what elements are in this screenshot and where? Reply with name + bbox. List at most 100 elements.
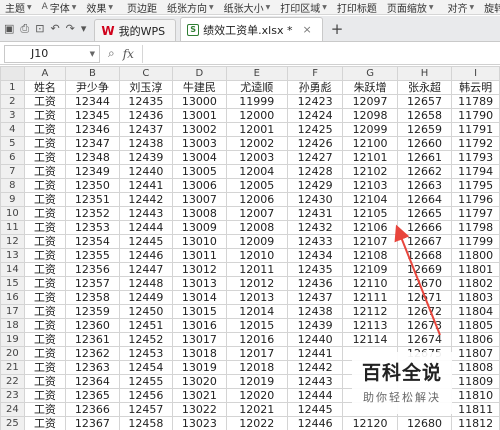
cell[interactable]: 工资 [23,192,67,207]
cell[interactable]: 13020 [172,374,227,389]
row-header[interactable]: 11 [0,220,25,235]
row-header[interactable]: 24 [0,402,25,417]
cell[interactable]: 工资 [23,416,67,430]
cell[interactable]: 11801 [451,262,500,277]
column-header[interactable]: D [172,66,227,81]
cell[interactable]: 12011 [225,262,288,277]
cell[interactable]: 11802 [451,276,500,291]
cell[interactable]: 12444 [118,220,174,235]
cell[interactable]: 12441 [286,346,344,361]
cell[interactable]: 12018 [225,360,288,375]
cell[interactable]: 工资 [23,290,67,305]
cell[interactable]: 12670 [396,276,453,291]
insert-function-button[interactable]: fx [123,47,134,61]
cell[interactable]: 12673 [396,318,453,333]
cell[interactable]: 12016 [225,332,288,347]
cell[interactable]: 12106 [342,220,398,235]
cell[interactable]: 12361 [65,332,120,347]
cell[interactable]: 12004 [225,164,288,179]
cell[interactable]: 12003 [225,150,288,165]
row-header[interactable]: 19 [0,332,25,347]
cell[interactable]: 12348 [65,150,120,165]
cell[interactable]: 13007 [172,192,227,207]
cell[interactable]: 12674 [396,332,453,347]
cell[interactable]: 13019 [172,360,227,375]
cell[interactable]: 12104 [342,192,398,207]
ribbon-item[interactable]: 旋转▼ [479,0,500,15]
cell[interactable]: 12113 [342,318,398,333]
cell[interactable]: 13022 [172,402,227,417]
select-all-corner[interactable] [0,66,25,81]
cell[interactable]: 工资 [23,108,67,123]
cell[interactable]: 姓名 [23,80,67,95]
cell[interactable]: 12456 [118,388,174,403]
cell[interactable]: 12359 [65,304,120,319]
cell[interactable]: 工资 [23,220,67,235]
cell[interactable]: 12671 [396,290,453,305]
cell[interactable]: 12441 [118,178,174,193]
cell[interactable]: 12428 [286,164,344,179]
ribbon-item[interactable]: 纸张大小 ▼ [219,0,276,15]
cell[interactable]: 11795 [451,178,500,193]
cell[interactable]: 尹少争 [65,80,120,95]
row-header[interactable]: 21 [0,360,25,375]
cell[interactable]: 11790 [451,108,500,123]
zoom-magnifier-icon[interactable]: ⌕ [108,46,115,61]
ribbon-item[interactable]: 纸张方向 ▼ [162,0,219,15]
cell[interactable]: 12425 [286,122,344,137]
cell[interactable]: 11806 [451,332,500,347]
row-header[interactable]: 18 [0,318,25,333]
cell[interactable]: 12009 [225,234,288,249]
column-header[interactable]: A [23,66,67,81]
cell[interactable]: 12102 [342,164,398,179]
cell[interactable]: 13013 [172,276,227,291]
cell[interactable]: 12442 [286,360,344,375]
cell[interactable]: 工资 [23,122,67,137]
cell[interactable]: 11810 [451,388,500,403]
cell[interactable]: 11796 [451,192,500,207]
cell[interactable]: 12022 [225,416,288,430]
cell[interactable]: 12111 [342,290,398,305]
row-header[interactable]: 10 [0,206,25,221]
cell[interactable]: 12120 [342,416,398,430]
column-header[interactable]: I [451,66,500,81]
redo-icon[interactable]: ↷ [66,22,75,35]
cell[interactable]: 12669 [396,262,453,277]
cell[interactable]: 12449 [118,290,174,305]
cell[interactable]: 12666 [396,220,453,235]
cell[interactable]: 12427 [286,150,344,165]
row-header[interactable]: 22 [0,374,25,389]
cell[interactable]: 12350 [65,178,120,193]
cell[interactable]: 13009 [172,220,227,235]
cell[interactable]: 12429 [286,178,344,193]
row-header[interactable]: 16 [0,290,25,305]
cell[interactable]: 12423 [286,94,344,109]
cell[interactable]: 12680 [396,416,453,430]
cell[interactable]: 12347 [65,136,120,151]
cell[interactable]: 11999 [225,94,288,109]
cell[interactable]: 12098 [342,108,398,123]
ribbon-item[interactable]: 页边距 [122,0,162,15]
ribbon-item[interactable]: 打印标题 [332,0,382,15]
ribbon-item[interactable]: 页面缩放 ▼ [382,0,439,15]
cell[interactable]: 12667 [396,234,453,249]
cell[interactable]: 12349 [65,164,120,179]
tab-my-wps[interactable]: W 我的WPS [94,19,177,41]
cell[interactable]: 12440 [286,332,344,347]
cell[interactable]: 11794 [451,164,500,179]
cell[interactable]: 13014 [172,290,227,305]
cell[interactable]: 12662 [396,164,453,179]
cell[interactable]: 12367 [65,416,120,430]
save-icon[interactable]: ▣ [4,22,14,35]
cell[interactable]: 12454 [118,360,174,375]
cell[interactable]: 12442 [118,192,174,207]
cell[interactable]: 13011 [172,248,227,263]
cell[interactable]: 12661 [396,150,453,165]
row-header[interactable]: 23 [0,388,25,403]
cell[interactable]: 12100 [342,136,398,151]
cell[interactable]: 12107 [342,234,398,249]
name-box[interactable]: J10 ▼ [4,44,100,63]
cell[interactable]: 工资 [23,276,67,291]
cell[interactable]: 12446 [286,416,344,430]
cell[interactable]: 工资 [23,94,67,109]
